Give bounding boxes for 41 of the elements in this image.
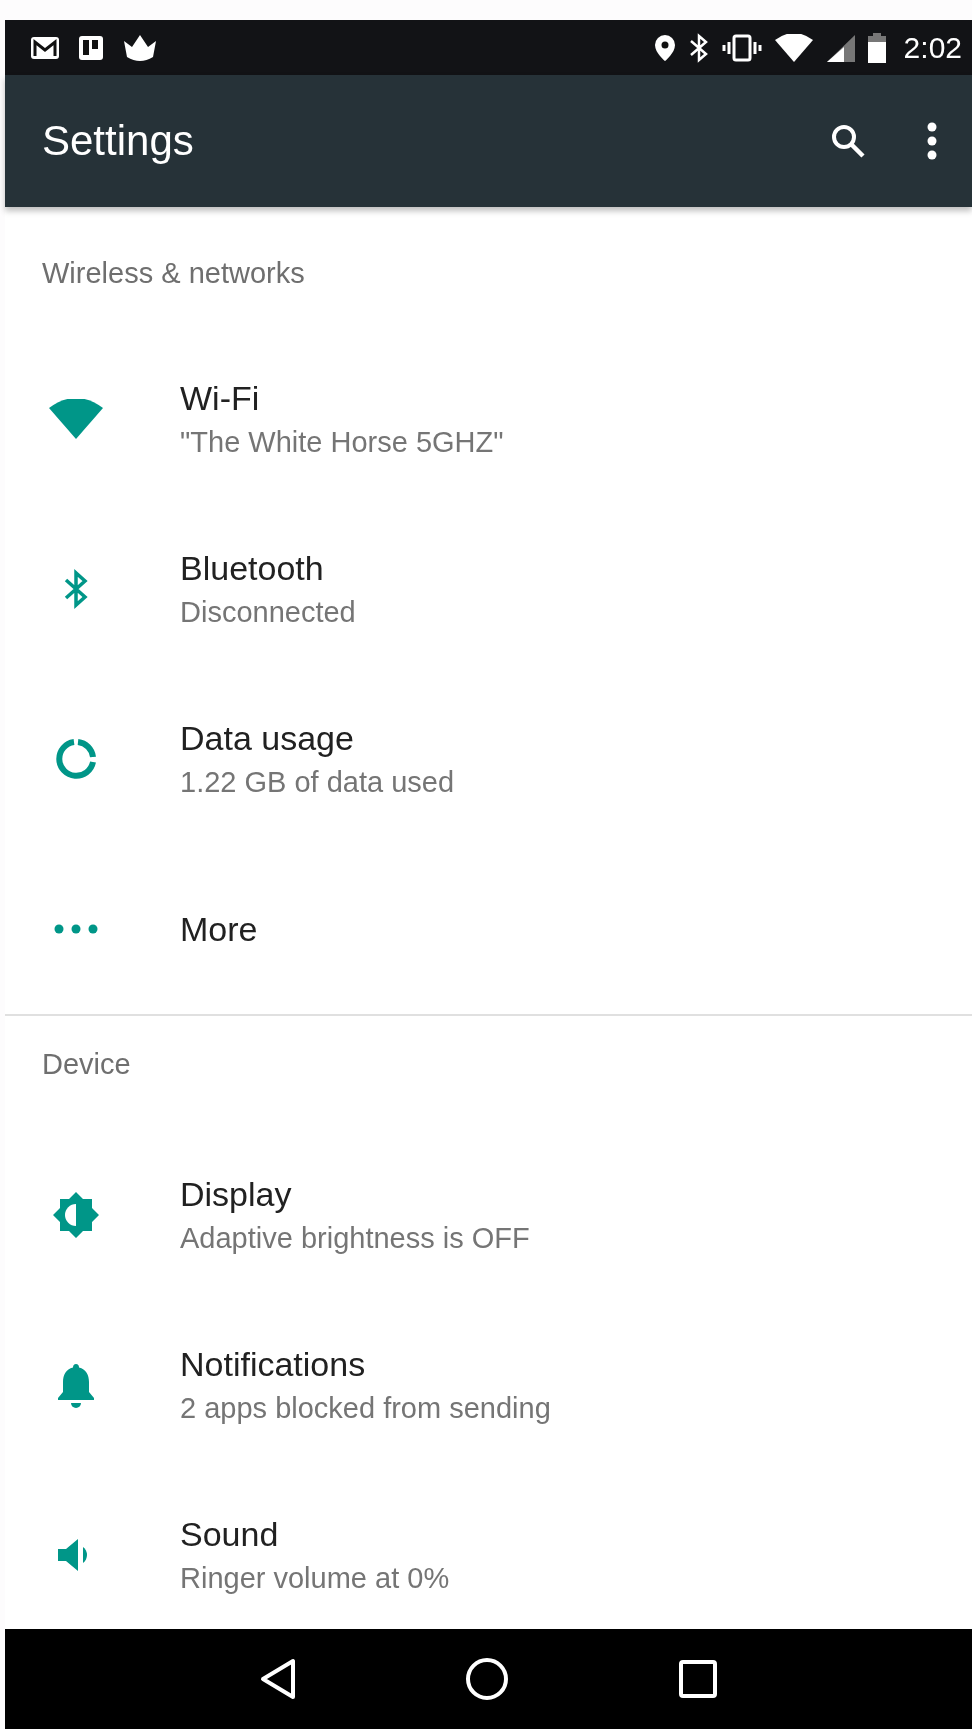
settings-item[interactable]: Notifications 2 apps blocked from sending — [5, 1300, 972, 1470]
settings-item[interactable]: More — [5, 844, 972, 1014]
vibrate-icon — [721, 33, 762, 62]
menu-icon — [926, 121, 938, 161]
brightness-icon — [51, 1190, 101, 1240]
settings-item[interactable]: Bluetooth Disconnected — [5, 504, 972, 674]
board-icon — [78, 34, 104, 61]
item-summary: Disconnected — [180, 596, 356, 629]
cell-signal-icon — [825, 33, 856, 62]
settings-item[interactable]: Wi-Fi "The White Horse 5GHZ" — [5, 334, 972, 504]
item-summary: 2 apps blocked from sending — [180, 1392, 551, 1425]
item-title: Data usage — [180, 719, 355, 758]
clock-time: 2:02 — [903, 30, 962, 65]
recents-icon — [677, 1659, 718, 1699]
section-header: Wireless & networks — [42, 257, 305, 290]
data-usage-icon — [54, 737, 98, 781]
section-header: Device — [42, 1048, 131, 1081]
battery-icon — [867, 32, 886, 63]
wifi-signal-icon — [773, 33, 814, 62]
home-icon — [465, 1657, 510, 1701]
item-title: Sound — [180, 1515, 280, 1554]
location-pin-icon — [653, 33, 676, 62]
item-summary: "The White Horse 5GHZ" — [180, 426, 504, 459]
more-icon — [54, 924, 98, 934]
settings-item[interactable]: Sound Ringer volume at 0% — [5, 1470, 972, 1629]
item-summary: 1.22 GB of data used — [180, 766, 455, 799]
bell-icon — [56, 1362, 96, 1408]
settings-item[interactable]: Data usage 1.22 GB of data used — [5, 674, 972, 844]
item-summary: Adaptive brightness is OFF — [180, 1222, 530, 1255]
bluetooth-icon — [62, 569, 90, 609]
back-icon — [259, 1658, 298, 1700]
wifi-icon — [49, 399, 103, 439]
item-title: Display — [180, 1175, 293, 1214]
item-title: More — [180, 909, 258, 949]
item-title: Wi-Fi — [180, 379, 261, 418]
item-title: Bluetooth — [180, 549, 325, 588]
settings-item[interactable]: Display Adaptive brightness is OFF — [5, 1130, 972, 1300]
item-summary: Ringer volume at 0% — [180, 1562, 450, 1595]
screen-title: Settings — [42, 117, 194, 165]
mail-icon — [30, 35, 60, 60]
item-title: Notifications — [180, 1345, 367, 1384]
